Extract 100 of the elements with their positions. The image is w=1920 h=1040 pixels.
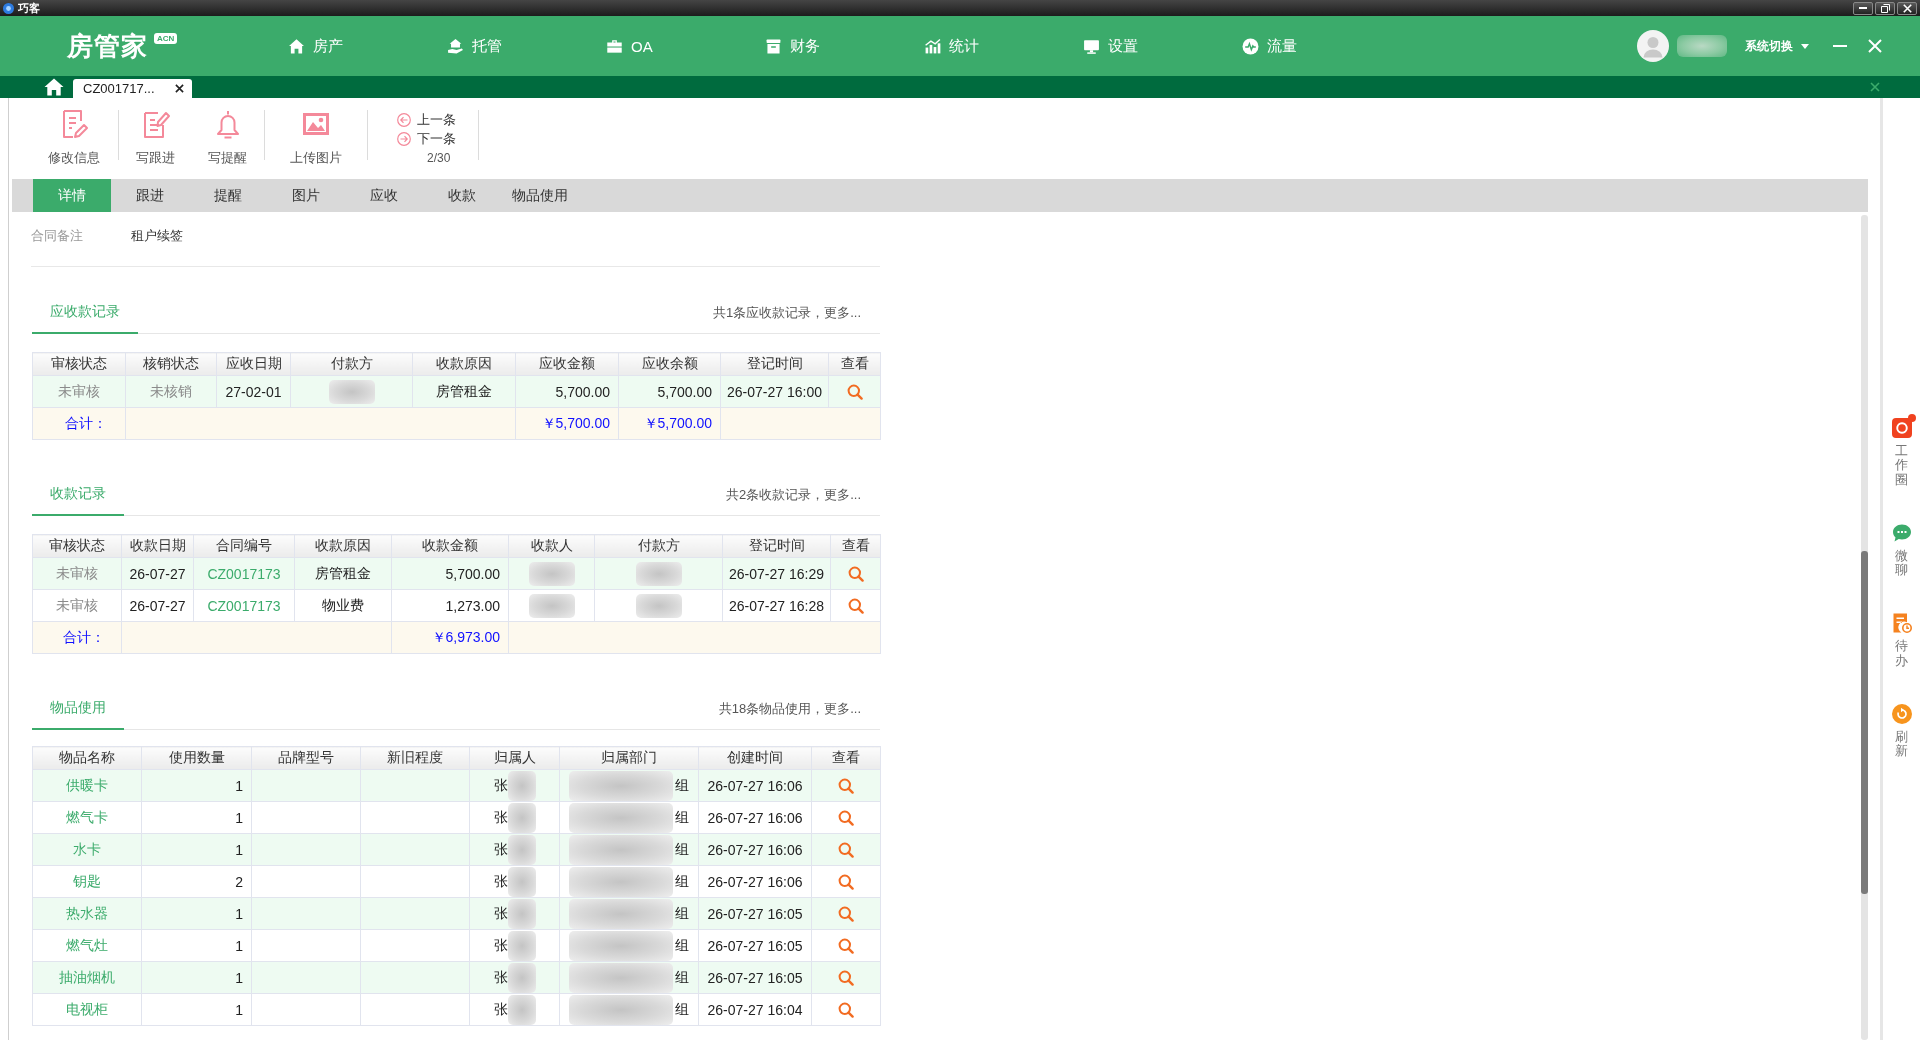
table-cell: 未审核 xyxy=(32,589,122,622)
table-link[interactable]: 燃气灶 xyxy=(66,936,108,953)
table-cell: 1 xyxy=(141,833,252,866)
table-cell: 26-07-27 16:04 xyxy=(698,993,812,1026)
cell-text: 组 xyxy=(675,1000,689,1019)
cell-text: 张 xyxy=(493,808,508,827)
minimize-icon xyxy=(1859,7,1867,9)
cell-text: 组 xyxy=(675,936,689,955)
table-link[interactable]: 供暖卡 xyxy=(66,776,108,793)
cell-text: 张 xyxy=(493,776,508,795)
detail-tab[interactable]: 详情 xyxy=(33,179,111,212)
column-header: 应收余额 xyxy=(618,352,721,376)
table-link[interactable]: 钥匙 xyxy=(73,872,101,889)
side-panel-button[interactable]: 刷新 xyxy=(1891,704,1912,759)
table-cell: 5,700.00 xyxy=(391,557,509,590)
close-button[interactable] xyxy=(1897,1,1917,15)
table-link[interactable]: 抽油烟机 xyxy=(59,968,115,985)
cell-text: 组 xyxy=(675,968,689,987)
cell-text: 张 xyxy=(493,936,508,955)
nav-menu-item[interactable]: 房产 xyxy=(288,36,447,56)
column-header: 登记时间 xyxy=(720,352,829,376)
monitor-icon xyxy=(1083,37,1100,55)
home-icon[interactable] xyxy=(44,78,64,96)
detail-tab[interactable]: 应收 xyxy=(345,179,423,212)
column-header: 核销状态 xyxy=(125,352,217,376)
restore-button[interactable] xyxy=(1875,1,1895,15)
cell-text: 张 xyxy=(493,840,508,859)
nav-menu-item[interactable]: 设置 xyxy=(1083,36,1242,56)
toolbar-button[interactable]: 上传图片 xyxy=(265,98,367,173)
total-label: 合计： xyxy=(32,621,122,654)
more-link[interactable]: 共2条收款记录，更多... xyxy=(725,474,880,515)
nav-menu-item[interactable]: 财务 xyxy=(765,36,924,56)
table-link[interactable]: CZ0017173 xyxy=(207,565,281,582)
table-cell: 1 xyxy=(141,961,252,994)
next-button[interactable]: 下一条 xyxy=(397,129,456,148)
table-cell: 26-07-27 16:05 xyxy=(698,961,812,994)
search-icon[interactable] xyxy=(838,1002,854,1019)
table-cell: 1 xyxy=(141,897,252,930)
nav-menu-item[interactable]: 托管 xyxy=(447,36,606,56)
detail-tab[interactable]: 物品使用 xyxy=(501,179,579,212)
logo-text: 房管家 xyxy=(67,30,148,62)
table-link[interactable]: CZ0017173 xyxy=(207,597,281,614)
column-header: 归属部门 xyxy=(559,746,699,770)
table-cell: 物业费 xyxy=(294,589,392,622)
nav-menu-item[interactable]: 统计 xyxy=(924,36,1083,56)
column-header: 新旧程度 xyxy=(360,746,470,770)
search-icon[interactable] xyxy=(847,598,864,615)
camera-icon xyxy=(1891,418,1912,438)
minimize-icon xyxy=(1833,45,1847,47)
minimize-button[interactable] xyxy=(1853,1,1873,15)
cell-text: 组 xyxy=(675,808,689,827)
table-link[interactable]: 热水器 xyxy=(66,904,108,921)
more-link[interactable]: 共1条应收款记录，更多... xyxy=(712,292,880,333)
column-header: 应收金额 xyxy=(515,352,619,376)
detail-tab[interactable]: 图片 xyxy=(267,179,345,212)
column-header: 收款人 xyxy=(508,534,595,558)
detail-tab[interactable]: 提醒 xyxy=(189,179,267,212)
nav-menu-item[interactable]: 流量 xyxy=(1242,36,1401,56)
chat-bubble-icon xyxy=(1891,522,1912,543)
detail-tab[interactable]: 跟进 xyxy=(111,179,189,212)
restore-icon xyxy=(1880,3,1890,13)
toolbar-button[interactable]: 写提醒 xyxy=(191,98,264,173)
search-icon[interactable] xyxy=(838,810,854,827)
system-switch-button[interactable]: 系统切换 xyxy=(1745,37,1809,55)
section-title: 物品使用 xyxy=(32,688,124,730)
search-icon[interactable] xyxy=(838,778,854,795)
column-header: 查看 xyxy=(811,746,881,770)
search-icon[interactable] xyxy=(838,874,854,891)
table-link[interactable]: 燃气卡 xyxy=(66,808,108,825)
search-icon[interactable] xyxy=(838,938,854,955)
search-icon[interactable] xyxy=(846,384,863,401)
table-cell: 1 xyxy=(141,801,252,834)
table-link[interactable]: 水卡 xyxy=(73,840,101,857)
more-link[interactable]: 共18条物品使用，更多... xyxy=(718,688,880,729)
table-cell: 未核销 xyxy=(125,375,217,408)
search-icon[interactable] xyxy=(847,566,864,583)
table-link[interactable]: 电视柜 xyxy=(66,1000,108,1017)
search-icon[interactable] xyxy=(838,842,854,859)
side-panel-button[interactable]: 工作圈 xyxy=(1891,418,1912,487)
table-cell: 27-02-01 xyxy=(216,375,291,408)
toolbar-button[interactable]: 修改信息 xyxy=(30,98,118,173)
table-cell: 26-07-27 16:05 xyxy=(698,897,812,930)
total-amount: ￥5,700.00 xyxy=(618,407,721,440)
column-header: 归属人 xyxy=(469,746,560,770)
search-icon[interactable] xyxy=(838,970,854,987)
nav-menu-item[interactable]: OA xyxy=(606,36,765,56)
side-panel-button[interactable]: 微聊 xyxy=(1891,522,1912,578)
avatar-icon[interactable] xyxy=(1637,30,1669,62)
document-tab[interactable]: CZ001717... xyxy=(73,79,192,98)
toolbar-button[interactable]: 写跟进 xyxy=(119,98,191,173)
table-cell: 5,700.00 xyxy=(618,375,721,408)
previous-button[interactable]: 上一条 xyxy=(397,110,456,129)
side-panel-button[interactable]: 待办 xyxy=(1891,613,1912,669)
box-icon xyxy=(765,37,782,55)
detail-tab[interactable]: 收款 xyxy=(423,179,501,212)
section-title: 收款记录 xyxy=(32,474,124,516)
close-icon[interactable] xyxy=(175,84,184,93)
table-cell: 26-07-27 xyxy=(121,589,194,622)
search-icon[interactable] xyxy=(838,906,854,923)
scrollbar-thumb[interactable] xyxy=(1861,551,1868,894)
